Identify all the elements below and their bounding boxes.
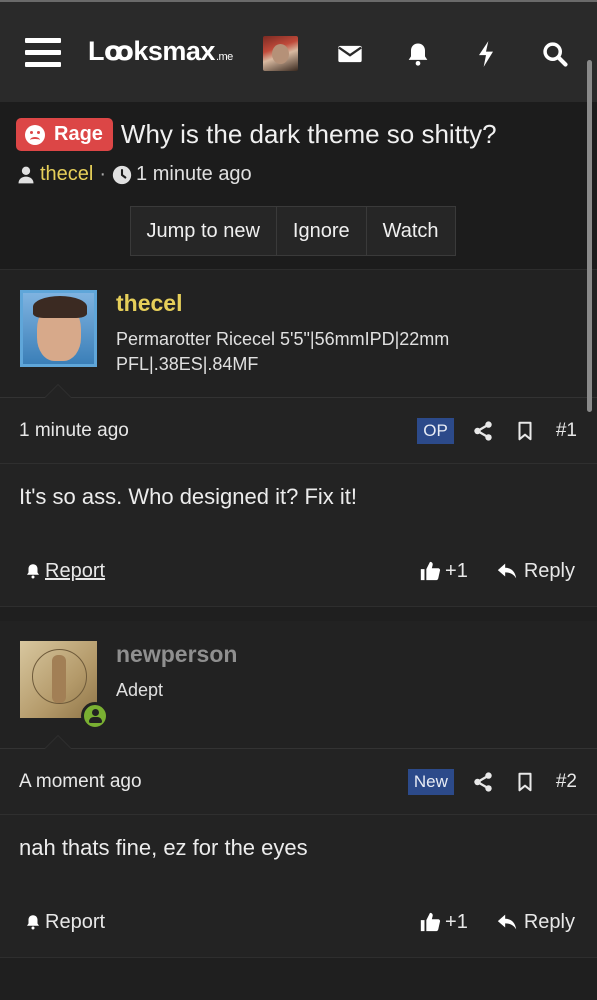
user-title: Permarotter Ricecel 5'5"|56mmIPD|22mm PF… (116, 329, 450, 374)
post-meta: 1 minute ago OP #1 (0, 398, 597, 464)
reply-icon (497, 914, 517, 930)
prefix-text: Rage (54, 123, 103, 145)
post: thecel Permarotter Ricecel 5'5"|56mmIPD|… (0, 270, 597, 607)
bookmark-icon[interactable] (514, 420, 536, 442)
meta-separator: · (99, 163, 107, 185)
post-meta: A moment ago New #2 (0, 749, 597, 815)
report-link[interactable]: Report (24, 560, 419, 583)
lightning-icon[interactable] (472, 40, 500, 68)
bookmark-icon[interactable] (514, 771, 536, 793)
search-icon[interactable] (541, 40, 569, 68)
post-user-block: newperson Adept (0, 621, 597, 749)
post-footer: Report +1 Reply (0, 887, 597, 957)
like-button[interactable]: +1 (419, 911, 468, 934)
reply-label: Reply (523, 559, 575, 582)
share-icon[interactable] (472, 771, 494, 793)
post-number-link[interactable]: #2 (556, 771, 577, 793)
user-title: Adept (116, 680, 164, 700)
angry-face-icon (25, 124, 45, 145)
watch-button[interactable]: Watch (366, 206, 456, 256)
like-count: +1 (445, 910, 468, 933)
thread-actions: Jump to new Ignore Watch (129, 206, 468, 256)
clock-icon (112, 165, 132, 184)
thumbs-up-icon (420, 912, 441, 932)
reply-label: Reply (523, 910, 575, 933)
post-time[interactable]: 1 minute ago (19, 420, 417, 442)
share-icon[interactable] (472, 420, 494, 442)
op-badge: OP (417, 417, 454, 444)
post-body: nah thats fine, ez for the eyes (19, 835, 308, 860)
thread-meta: thecel · 1 minute ago (16, 163, 581, 186)
reply-icon (497, 563, 517, 579)
bell-icon (27, 564, 39, 579)
user-icon (18, 166, 34, 183)
user-block-pointer (44, 735, 72, 749)
menu-icon[interactable] (25, 38, 61, 68)
post-footer: Report +1 Reply (0, 536, 597, 606)
post-body: It's so ass. Who designed it? Fix it! (19, 484, 358, 509)
thread-title: Why is the dark theme so shitty? (120, 119, 497, 149)
new-badge: New (407, 768, 454, 795)
scrollbar[interactable] (587, 60, 592, 412)
bell-icon (27, 915, 39, 930)
online-status-icon (81, 702, 109, 730)
thread-header: Rage Why is the dark theme so shitty? th… (0, 102, 597, 270)
post-user-block: thecel Permarotter Ricecel 5'5"|56mmIPD|… (0, 270, 597, 398)
thumbs-up-icon (420, 561, 441, 581)
site-header: Lꝏksmax.me (0, 2, 597, 102)
post-time[interactable]: A moment ago (19, 771, 408, 793)
like-button[interactable]: +1 (419, 560, 468, 583)
reply-button[interactable]: Reply (496, 560, 575, 583)
jump-to-new-button[interactable]: Jump to new (129, 206, 277, 256)
thread-time[interactable]: 1 minute ago (136, 163, 252, 186)
reply-button[interactable]: Reply (496, 911, 575, 934)
mail-icon[interactable] (336, 40, 364, 68)
site-logo[interactable]: Lꝏksmax.me (88, 36, 233, 67)
post-username[interactable]: thecel (116, 290, 476, 317)
post-number-link[interactable]: #1 (556, 420, 577, 442)
like-count: +1 (445, 559, 468, 582)
report-link[interactable]: Report (24, 911, 419, 934)
post-username[interactable]: newperson (116, 641, 476, 668)
avatar[interactable] (20, 290, 97, 367)
report-label: Report (45, 910, 106, 933)
thread-author-link[interactable]: thecel (40, 163, 93, 186)
report-label: Report (45, 559, 106, 582)
avatar[interactable] (20, 641, 109, 730)
current-user-avatar[interactable] (263, 36, 298, 71)
post-gap (0, 607, 597, 621)
ignore-button[interactable]: Ignore (276, 206, 367, 256)
post: newperson Adept A moment ago New #2 nah … (0, 621, 597, 958)
user-block-pointer (44, 384, 72, 398)
bell-icon[interactable] (404, 40, 432, 68)
thread-prefix-label[interactable]: Rage (16, 118, 113, 151)
